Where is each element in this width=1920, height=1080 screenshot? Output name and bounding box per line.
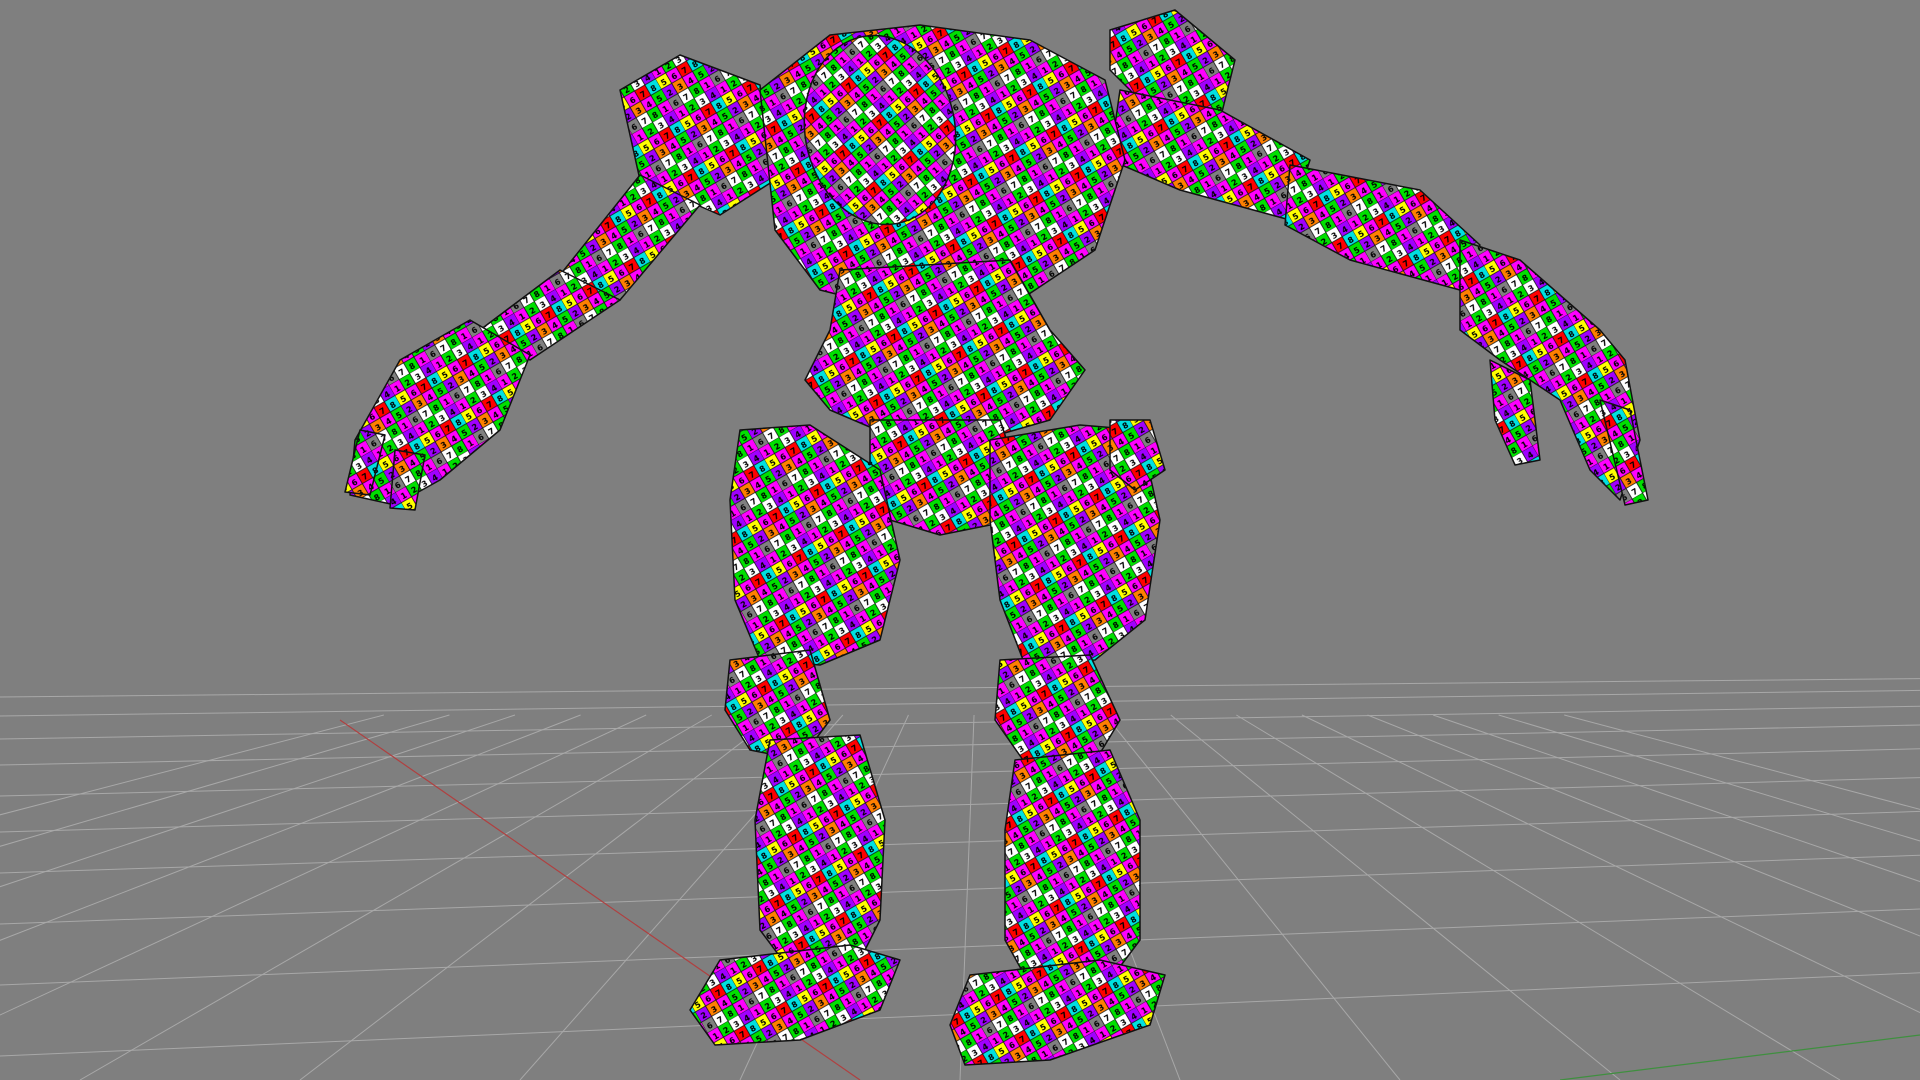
grid-line xyxy=(0,908,1920,986)
grid-line xyxy=(0,705,1920,740)
waist xyxy=(804,259,1086,441)
grid-line xyxy=(0,724,1920,766)
grid-line xyxy=(0,714,581,941)
robot-mesh[interactable] xyxy=(344,9,1649,1066)
left-finger-2 xyxy=(389,449,426,511)
grid-line xyxy=(1432,714,1920,883)
z-axis-line xyxy=(1559,1034,1920,1080)
grid-line xyxy=(1564,714,1920,810)
3d-viewport[interactable]: 1 2 3 4 5 6 7 8 2 3 4 5 6 7 8 1 xyxy=(0,0,1920,1080)
grid-line xyxy=(0,854,1920,925)
left-foot xyxy=(689,944,901,1046)
right-hand xyxy=(1459,239,1641,501)
right-forearm xyxy=(1284,164,1481,291)
left-shin xyxy=(754,734,886,971)
grid-line xyxy=(0,714,516,888)
grid-line xyxy=(1367,714,1920,937)
grid-line xyxy=(0,777,1920,833)
viewport-canvas[interactable]: 1 2 3 4 5 6 7 8 2 3 4 5 6 7 8 1 xyxy=(0,0,1920,1080)
grid-line xyxy=(1170,714,1621,1080)
grid-line xyxy=(1236,714,1841,1080)
left-hand xyxy=(349,319,531,506)
grid-line xyxy=(0,714,450,847)
grid-line xyxy=(0,714,384,816)
right-foot xyxy=(949,959,1166,1066)
grid-line xyxy=(1498,714,1920,842)
grid-line xyxy=(0,748,1920,797)
right-upper-arm xyxy=(1109,89,1311,221)
right-shin xyxy=(1004,749,1141,986)
grid-line xyxy=(0,714,647,1016)
